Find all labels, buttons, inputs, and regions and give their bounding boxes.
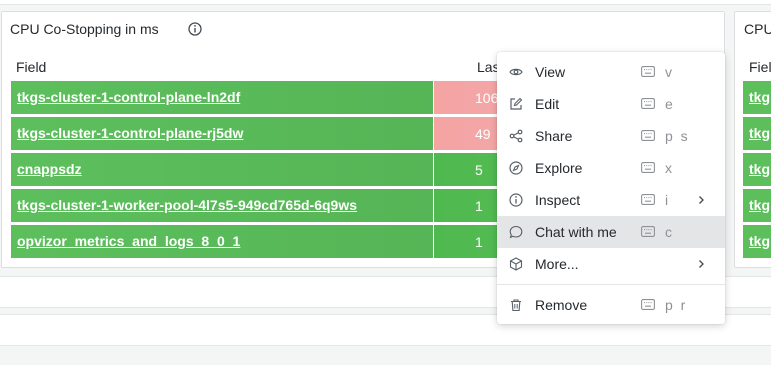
menu-item-shortcut: p r [665, 297, 688, 313]
column-header-field[interactable]: Field [16, 59, 46, 75]
field-cell: tkgs-cluster-1-control-plane-ln2df [11, 81, 433, 114]
field-cell: opvizor_metrics_and_logs_8_0_1 [11, 225, 433, 258]
menu-item-shortcut: p s [665, 128, 690, 144]
field-link[interactable]: cnappsdz [17, 161, 82, 177]
menu-item-label: Remove [535, 297, 588, 313]
top-panel-strip [0, 0, 771, 5]
adjacent-table-row[interactable]: tkg [743, 225, 771, 258]
field-link[interactable]: tkgs-cluster-1-control-plane-rj5dw [17, 125, 243, 141]
keyboard-icon [641, 130, 655, 141]
panel-title: CPU Co-Stopping in ms [10, 21, 159, 37]
field-link[interactable]: tkgs-cluster-1-control-plane-ln2df [17, 89, 240, 105]
field-link[interactable]: tkgs-cluster-1-worker-pool-4l7s5-949cd76… [17, 197, 357, 213]
menu-item-remove[interactable]: Remove p r [497, 289, 725, 321]
field-cell: tkgs-cluster-1-control-plane-rj5dw [11, 117, 433, 150]
adjacent-panel-title: CPU [744, 21, 771, 37]
eye-icon [509, 68, 523, 76]
menu-item-share[interactable]: Share p s [497, 120, 725, 152]
keyboard-icon [641, 66, 655, 77]
menu-divider [497, 284, 725, 285]
keyboard-icon [641, 98, 655, 109]
menu-item-label: More... [535, 256, 579, 272]
info-icon [509, 193, 523, 207]
keyboard-icon [641, 162, 655, 173]
field-link[interactable]: opvizor_metrics_and_logs_8_0_1 [17, 233, 240, 249]
keyboard-icon [641, 299, 655, 310]
keyboard-icon [641, 194, 655, 205]
menu-item-label: Share [535, 128, 573, 144]
adjacent-table-row[interactable]: tkg [743, 117, 771, 150]
cube-icon [509, 257, 523, 271]
menu-item-label: Edit [535, 96, 560, 112]
chat-icon [509, 225, 523, 239]
keyboard-icon [641, 226, 655, 237]
menu-item-chat[interactable]: Chat with me c [497, 216, 725, 248]
share-icon [509, 129, 523, 143]
menu-item-view[interactable]: View v [497, 56, 725, 88]
compass-icon [509, 161, 523, 175]
menu-item-more[interactable]: More... [497, 248, 725, 280]
panel-context-menu: View v Edit e Share p s Explore x Inspec… [497, 52, 725, 324]
adjacent-column-header-field[interactable]: Field [749, 59, 771, 75]
chevron-right-icon [699, 196, 704, 204]
chevron-right-icon [699, 260, 704, 268]
adjacent-table-row[interactable]: tkg [743, 189, 771, 222]
menu-item-inspect[interactable]: Inspect i [497, 184, 725, 216]
menu-item-shortcut: e [665, 96, 675, 112]
info-icon[interactable] [188, 22, 202, 36]
menu-item-shortcut: x [665, 160, 674, 176]
trash-icon [511, 299, 521, 312]
menu-item-label: View [535, 64, 566, 80]
adjacent-table-row[interactable]: tkg [743, 153, 771, 186]
menu-item-label: Explore [535, 160, 583, 176]
menu-item-shortcut: c [665, 224, 674, 240]
menu-item-shortcut: i [665, 192, 671, 208]
adjacent-table-row[interactable]: tkg [743, 81, 771, 114]
menu-item-label: Chat with me [535, 224, 617, 240]
edit-icon [510, 97, 523, 110]
field-cell: cnappsdz [11, 153, 433, 186]
field-cell: tkgs-cluster-1-worker-pool-4l7s5-949cd76… [11, 189, 433, 222]
menu-item-explore[interactable]: Explore x [497, 152, 725, 184]
menu-item-shortcut: v [665, 64, 674, 80]
adjacent-panel: CPU Field tkg tkg tkg tkg tkg [734, 11, 771, 268]
menu-item-label: Inspect [535, 192, 581, 208]
menu-item-edit[interactable]: Edit e [497, 88, 725, 120]
